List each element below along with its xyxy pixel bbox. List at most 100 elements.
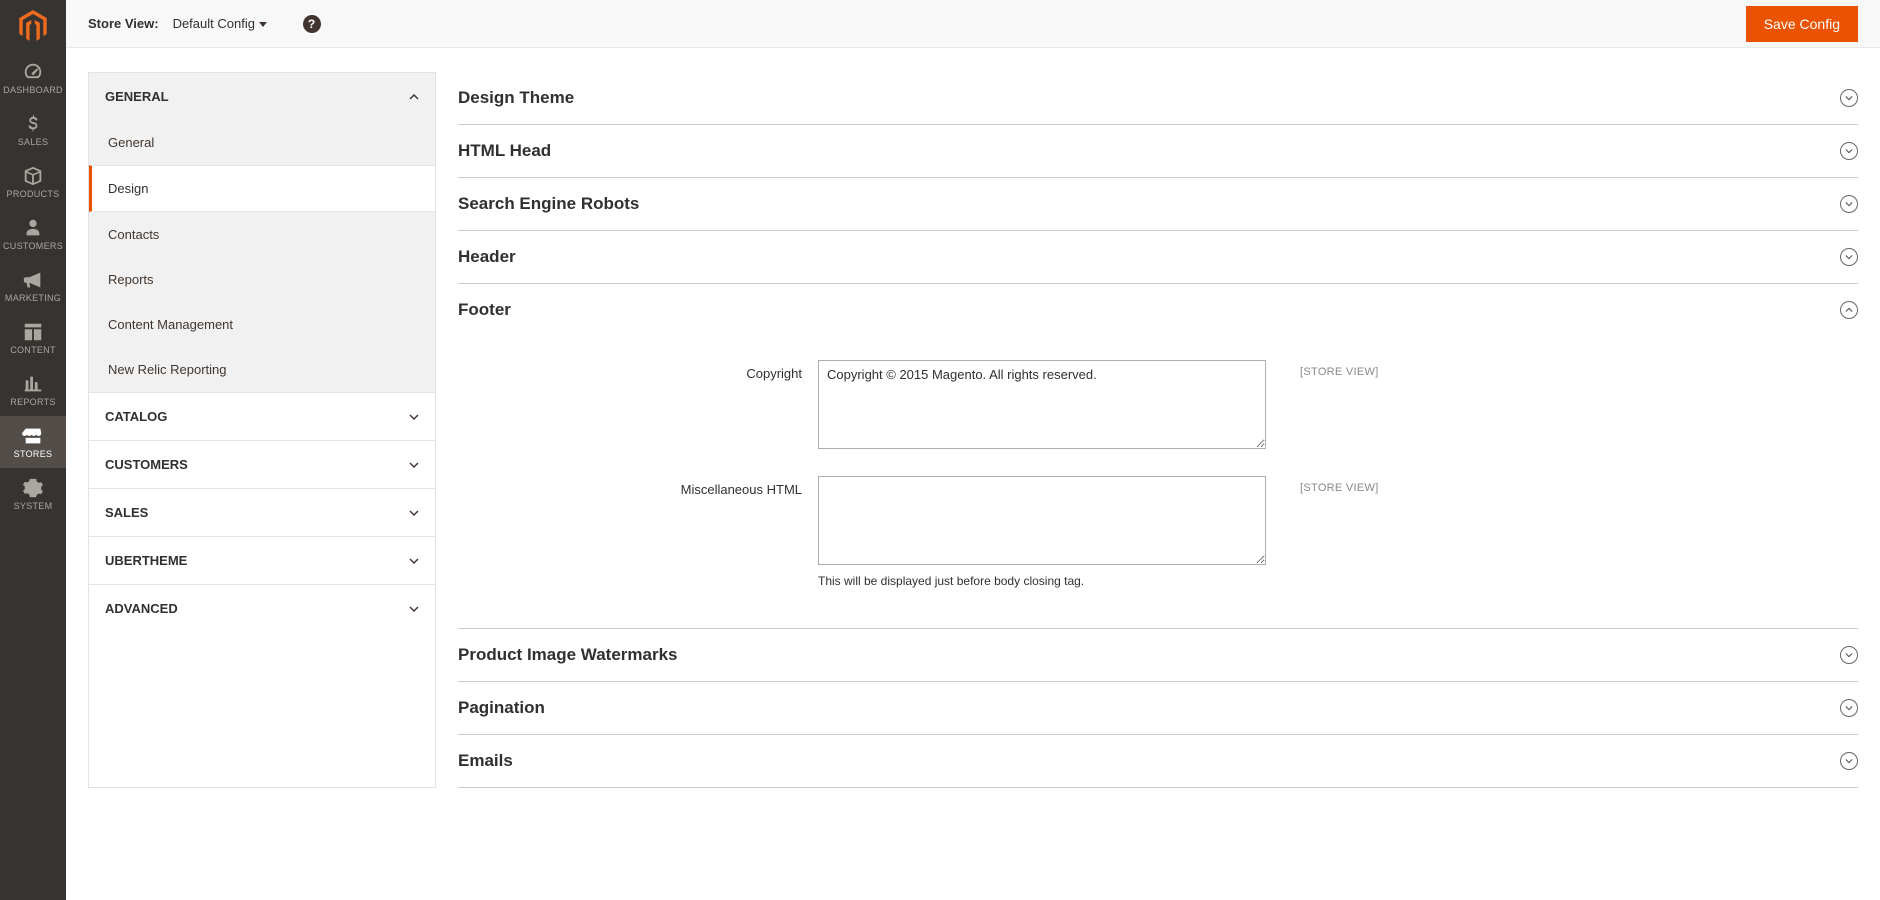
config-group-label: ADVANCED (105, 601, 178, 616)
nav-label: SYSTEM (14, 501, 53, 511)
header-bar: Store View: Default Config ? Save Config (66, 0, 1880, 48)
nav-label: REPORTS (10, 397, 55, 407)
config-group-head-general[interactable]: GENERAL (89, 73, 435, 120)
section-title: Pagination (458, 698, 545, 718)
nav-label: CONTENT (10, 345, 56, 355)
section-emails: Emails (458, 735, 1858, 788)
expand-icon (1840, 195, 1858, 213)
config-group-head-catalog[interactable]: CATALOG (89, 393, 435, 440)
config-group-head-ubertheme[interactable]: UBERTHEME (89, 537, 435, 584)
nav-products[interactable]: PRODUCTS (0, 156, 66, 208)
config-group-general: GENERAL General Design Contacts Reports … (89, 73, 435, 393)
nav-stores[interactable]: STORES (0, 416, 66, 468)
config-group-ubertheme: UBERTHEME (89, 537, 435, 585)
nav-customers[interactable]: CUSTOMERS (0, 208, 66, 260)
config-subitem-general[interactable]: General (89, 120, 435, 165)
config-group-head-sales[interactable]: SALES (89, 489, 435, 536)
section-title: Header (458, 247, 516, 267)
section-title: HTML Head (458, 141, 551, 161)
expand-icon (1840, 142, 1858, 160)
store-view-switcher[interactable]: Default Config (173, 16, 267, 31)
config-subitem-reports[interactable]: Reports (89, 257, 435, 302)
expand-icon (1840, 752, 1858, 770)
config-main: Design Theme HTML Head Search Engine Rob… (458, 72, 1858, 788)
config-group-advanced: ADVANCED (89, 585, 435, 632)
chevron-down-icon (409, 508, 419, 518)
field-copyright: Copyright [STORE VIEW] (458, 354, 1858, 458)
expand-icon (1840, 699, 1858, 717)
content: GENERAL General Design Contacts Reports … (66, 48, 1880, 812)
config-group-label: CATALOG (105, 409, 167, 424)
field-label-copyright: Copyright (458, 360, 818, 452)
section-body-footer: Copyright [STORE VIEW] Miscellaneous HTM… (458, 336, 1858, 628)
section-head-design-theme[interactable]: Design Theme (458, 72, 1858, 124)
misc-html-textarea[interactable] (818, 476, 1266, 565)
nav-label: SALES (18, 137, 49, 147)
config-group-label: UBERTHEME (105, 553, 187, 568)
config-group-label: SALES (105, 505, 148, 520)
nav-label: MARKETING (5, 293, 61, 303)
nav-reports[interactable]: REPORTS (0, 364, 66, 416)
nav-label: DASHBOARD (3, 85, 63, 95)
config-group-customers: CUSTOMERS (89, 441, 435, 489)
bar-chart-icon (22, 373, 44, 395)
magento-logo[interactable] (0, 0, 66, 52)
expand-icon (1840, 248, 1858, 266)
save-config-button[interactable]: Save Config (1746, 6, 1858, 42)
expand-icon (1840, 89, 1858, 107)
chevron-down-icon (409, 604, 419, 614)
megaphone-icon (22, 269, 44, 291)
config-group-label: GENERAL (105, 89, 169, 104)
section-head-emails[interactable]: Emails (458, 735, 1858, 787)
section-head-html-head[interactable]: HTML Head (458, 125, 1858, 177)
section-head-product-image-watermarks[interactable]: Product Image Watermarks (458, 629, 1858, 681)
config-group-head-advanced[interactable]: ADVANCED (89, 585, 435, 632)
config-group-sales: SALES (89, 489, 435, 537)
nav-label: STORES (14, 449, 53, 459)
config-subitem-design[interactable]: Design (89, 165, 435, 212)
nav-label: CUSTOMERS (3, 241, 63, 251)
chevron-down-icon (409, 556, 419, 566)
nav-sales[interactable]: SALES (0, 104, 66, 156)
nav-content[interactable]: CONTENT (0, 312, 66, 364)
config-subitem-new-relic[interactable]: New Relic Reporting (89, 347, 435, 392)
section-head-pagination[interactable]: Pagination (458, 682, 1858, 734)
section-title: Product Image Watermarks (458, 645, 678, 665)
section-title: Design Theme (458, 88, 574, 108)
gear-icon (22, 477, 44, 499)
section-head-footer[interactable]: Footer (458, 284, 1858, 336)
nav-system[interactable]: SYSTEM (0, 468, 66, 520)
section-html-head: HTML Head (458, 125, 1858, 178)
field-control-misc-html: This will be displayed just before body … (818, 476, 1266, 588)
section-head-search-engine-robots[interactable]: Search Engine Robots (458, 178, 1858, 230)
store-view-value: Default Config (173, 16, 255, 31)
field-misc-html: Miscellaneous HTML This will be displaye… (458, 470, 1858, 594)
nav-marketing[interactable]: MARKETING (0, 260, 66, 312)
field-control-copyright (818, 360, 1266, 452)
box-icon (22, 165, 44, 187)
config-subitem-contacts[interactable]: Contacts (89, 212, 435, 257)
config-group-head-customers[interactable]: CUSTOMERS (89, 441, 435, 488)
field-scope-copyright: [STORE VIEW] (1266, 360, 1379, 452)
config-subitem-content-management[interactable]: Content Management (89, 302, 435, 347)
config-group-label: CUSTOMERS (105, 457, 188, 472)
field-scope-misc-html: [STORE VIEW] (1266, 476, 1379, 588)
config-sidebar: GENERAL General Design Contacts Reports … (88, 72, 436, 788)
chevron-up-icon (409, 92, 419, 102)
misc-html-note: This will be displayed just before body … (818, 568, 1266, 588)
person-icon (22, 217, 44, 239)
collapse-icon (1840, 301, 1858, 319)
section-search-engine-robots: Search Engine Robots (458, 178, 1858, 231)
layout-icon (22, 321, 44, 343)
section-product-image-watermarks: Product Image Watermarks (458, 629, 1858, 682)
config-subitems-general: General Design Contacts Reports Content … (89, 120, 435, 392)
section-head-header[interactable]: Header (458, 231, 1858, 283)
dollar-icon (22, 113, 44, 135)
chevron-down-icon (409, 460, 419, 470)
help-icon[interactable]: ? (303, 15, 321, 33)
section-header: Header (458, 231, 1858, 284)
section-title: Search Engine Robots (458, 194, 639, 214)
nav-dashboard[interactable]: DASHBOARD (0, 52, 66, 104)
gauge-icon (22, 61, 44, 83)
copyright-textarea[interactable] (818, 360, 1266, 449)
